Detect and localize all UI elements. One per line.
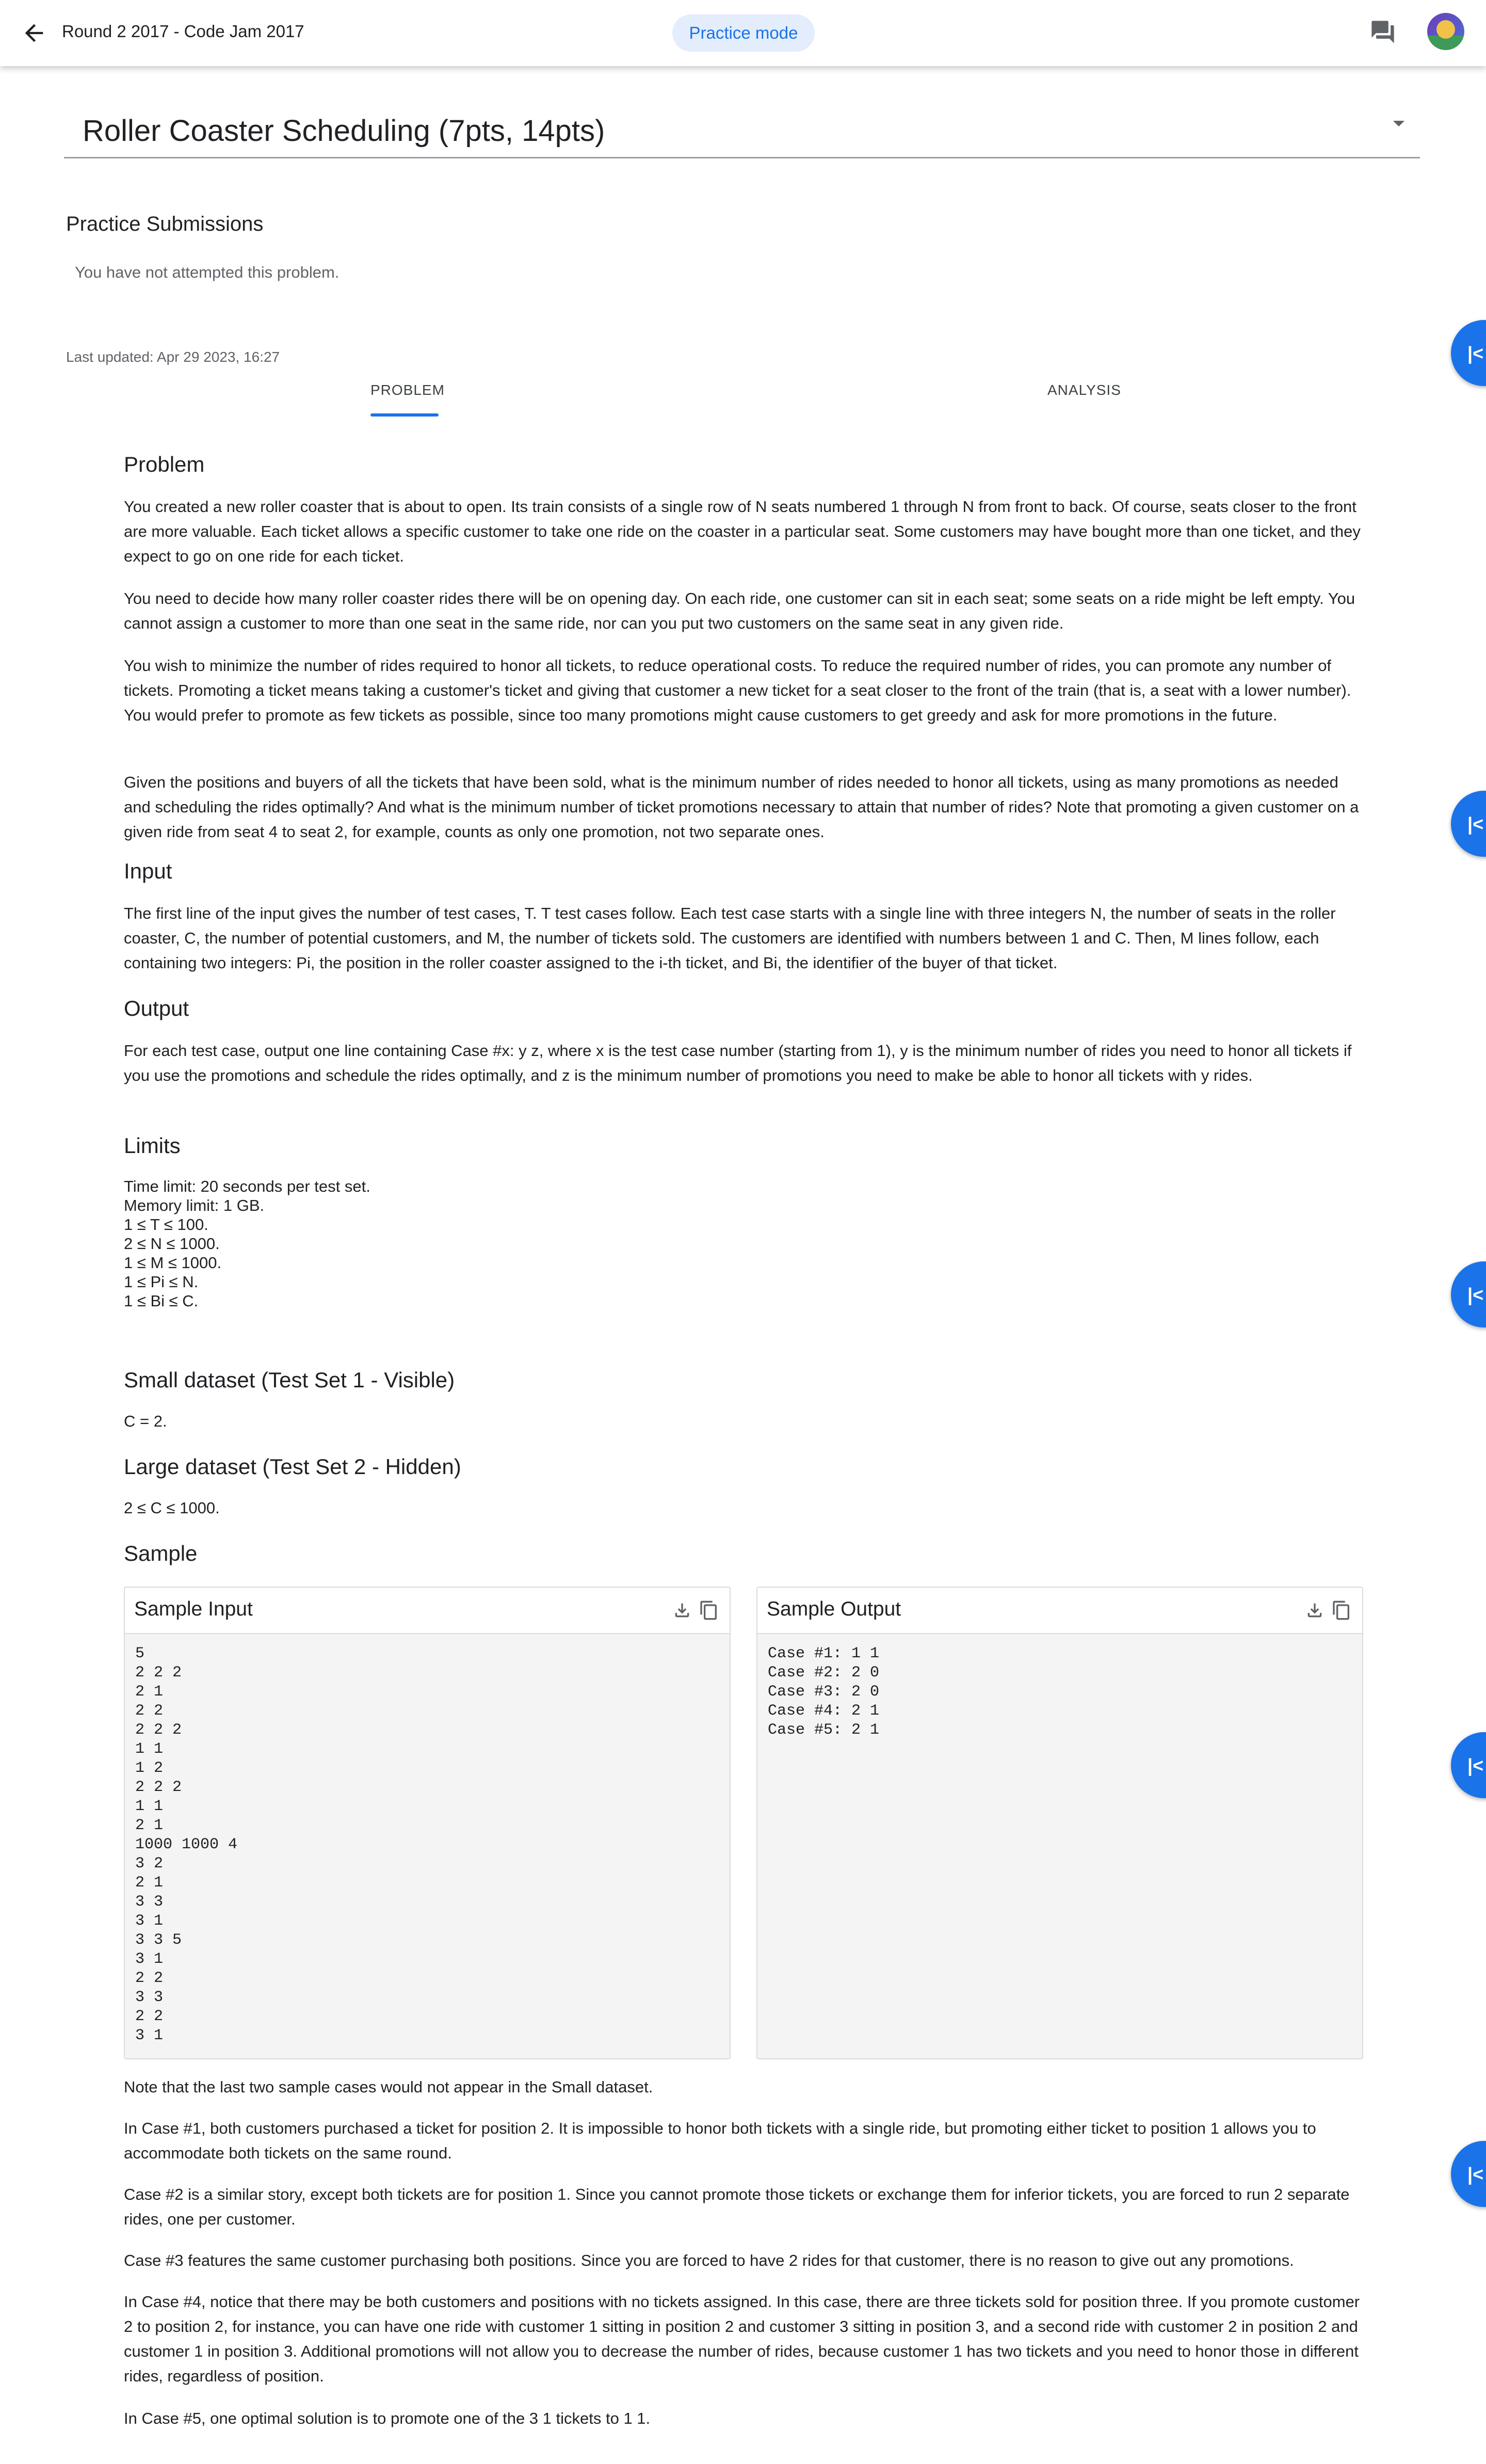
paragraph: For each test case, output one line cont… <box>124 1042 1352 1084</box>
paragraph: Given the positions and buyers of all th… <box>124 773 1359 841</box>
side-panel-toggle-button[interactable]: |< <box>1451 320 1486 386</box>
active-tab-indicator <box>370 413 439 417</box>
submissions-empty-text: You have not attempted this problem. <box>75 263 340 281</box>
paragraph: In Case #1, both customers purchased a t… <box>124 2119 1316 2162</box>
output-heading: Output <box>124 996 189 1020</box>
problem-title: Roller Coaster Scheduling (7pts, 14pts) <box>83 114 605 148</box>
collapse-left-icon: |< <box>1467 1755 1484 1776</box>
side-panel-toggle-button[interactable]: |< <box>1451 791 1486 857</box>
paragraph: You created a new roller coaster that is… <box>124 498 1361 565</box>
limit-item: 1 ≤ M ≤ 1000. <box>124 1254 222 1272</box>
limit-item: Memory limit: 1 GB. <box>124 1196 265 1214</box>
last-updated: Last updated: Apr 29 2023, 16:27 <box>66 349 280 365</box>
small-dataset-heading: Small dataset (Test Set 1 - Visible) <box>124 1368 455 1392</box>
top-app-bar: Round 2 2017 - Code Jam 2017 Practice mo… <box>0 0 1486 66</box>
limit-item: 2 ≤ N ≤ 1000. <box>124 1235 220 1253</box>
collapse-left-icon: |< <box>1467 2164 1484 2185</box>
problem-select[interactable]: Roller Coaster Scheduling (7pts, 14pts) <box>64 103 1420 158</box>
paragraph: You wish to minimize the number of rides… <box>124 657 1351 724</box>
collapse-left-icon: |< <box>1467 813 1484 835</box>
practice-mode-chip[interactable]: Practice mode <box>672 14 815 52</box>
dropdown-caret-icon[interactable] <box>1393 121 1404 126</box>
paragraph: Note that the last two sample cases woul… <box>124 2078 653 2096</box>
paragraph: C = 2. <box>124 1412 167 1430</box>
side-panel-toggle-button[interactable]: |< <box>1451 2141 1486 2207</box>
limit-item: 1 ≤ T ≤ 100. <box>124 1215 208 1234</box>
paragraph: You need to decide how many roller coast… <box>124 589 1355 632</box>
limits-heading: Limits <box>124 1133 181 1158</box>
breadcrumb[interactable]: Round 2 2017 - Code Jam 2017 <box>62 22 304 41</box>
paragraph: In Case #4, notice that there may be bot… <box>124 2293 1360 2385</box>
problem-heading: Problem <box>124 452 205 476</box>
tab-analysis[interactable]: ANALYSIS <box>1047 382 1121 398</box>
side-panel-toggle-button[interactable]: |< <box>1451 1732 1486 1798</box>
side-panel-toggle-button[interactable]: |< <box>1451 1261 1486 1327</box>
limit-item: 1 ≤ Bi ≤ C. <box>124 1292 199 1310</box>
sample-input-code[interactable]: 5 2 2 2 2 1 2 2 2 2 2 1 1 1 2 2 2 2 1 1 … <box>125 1634 730 2058</box>
user-avatar[interactable] <box>1427 13 1464 50</box>
sample-output-code[interactable]: Case #1: 1 1 Case #2: 2 0 Case #3: 2 0 C… <box>757 1634 1362 2058</box>
sample-heading: Sample <box>124 1541 198 1565</box>
download-icon[interactable] <box>672 1600 692 1621</box>
back-arrow-icon[interactable] <box>21 20 47 46</box>
paragraph: In Case #5, one optimal solution is to p… <box>124 2409 651 2427</box>
collapse-left-icon: |< <box>1467 343 1484 364</box>
copy-icon[interactable] <box>699 1600 719 1621</box>
paragraph: Case #2 is a similar story, except both … <box>124 2185 1350 2228</box>
limits-list: Time limit: 20 seconds per test set. Mem… <box>124 1177 370 1310</box>
sample-output-label: Sample Output <box>767 1598 901 1620</box>
sample-input-panel: Sample Input 5 2 2 2 2 1 2 2 2 2 2 1 1 1… <box>124 1587 731 2059</box>
limit-item: 1 ≤ Pi ≤ N. <box>124 1273 199 1291</box>
sample-output-panel: Sample Output Case #1: 1 1 Case #2: 2 0 … <box>756 1587 1363 2059</box>
sample-input-label: Sample Input <box>134 1598 253 1620</box>
large-dataset-heading: Large dataset (Test Set 2 - Hidden) <box>124 1454 461 1479</box>
copy-icon[interactable] <box>1331 1600 1352 1621</box>
download-icon[interactable] <box>1304 1600 1325 1621</box>
feedback-chat-icon[interactable] <box>1369 19 1396 45</box>
input-heading: Input <box>124 859 172 883</box>
paragraph: Case #3 features the same customer purch… <box>124 2251 1294 2269</box>
paragraph: 2 ≤ C ≤ 1000. <box>124 1499 220 1517</box>
tab-problem[interactable]: PROBLEM <box>370 382 445 398</box>
collapse-left-icon: |< <box>1467 1284 1484 1305</box>
paragraph: The first line of the input gives the nu… <box>124 904 1336 972</box>
limit-item: Time limit: 20 seconds per test set. <box>124 1177 370 1195</box>
practice-submissions-heading: Practice Submissions <box>66 213 264 235</box>
